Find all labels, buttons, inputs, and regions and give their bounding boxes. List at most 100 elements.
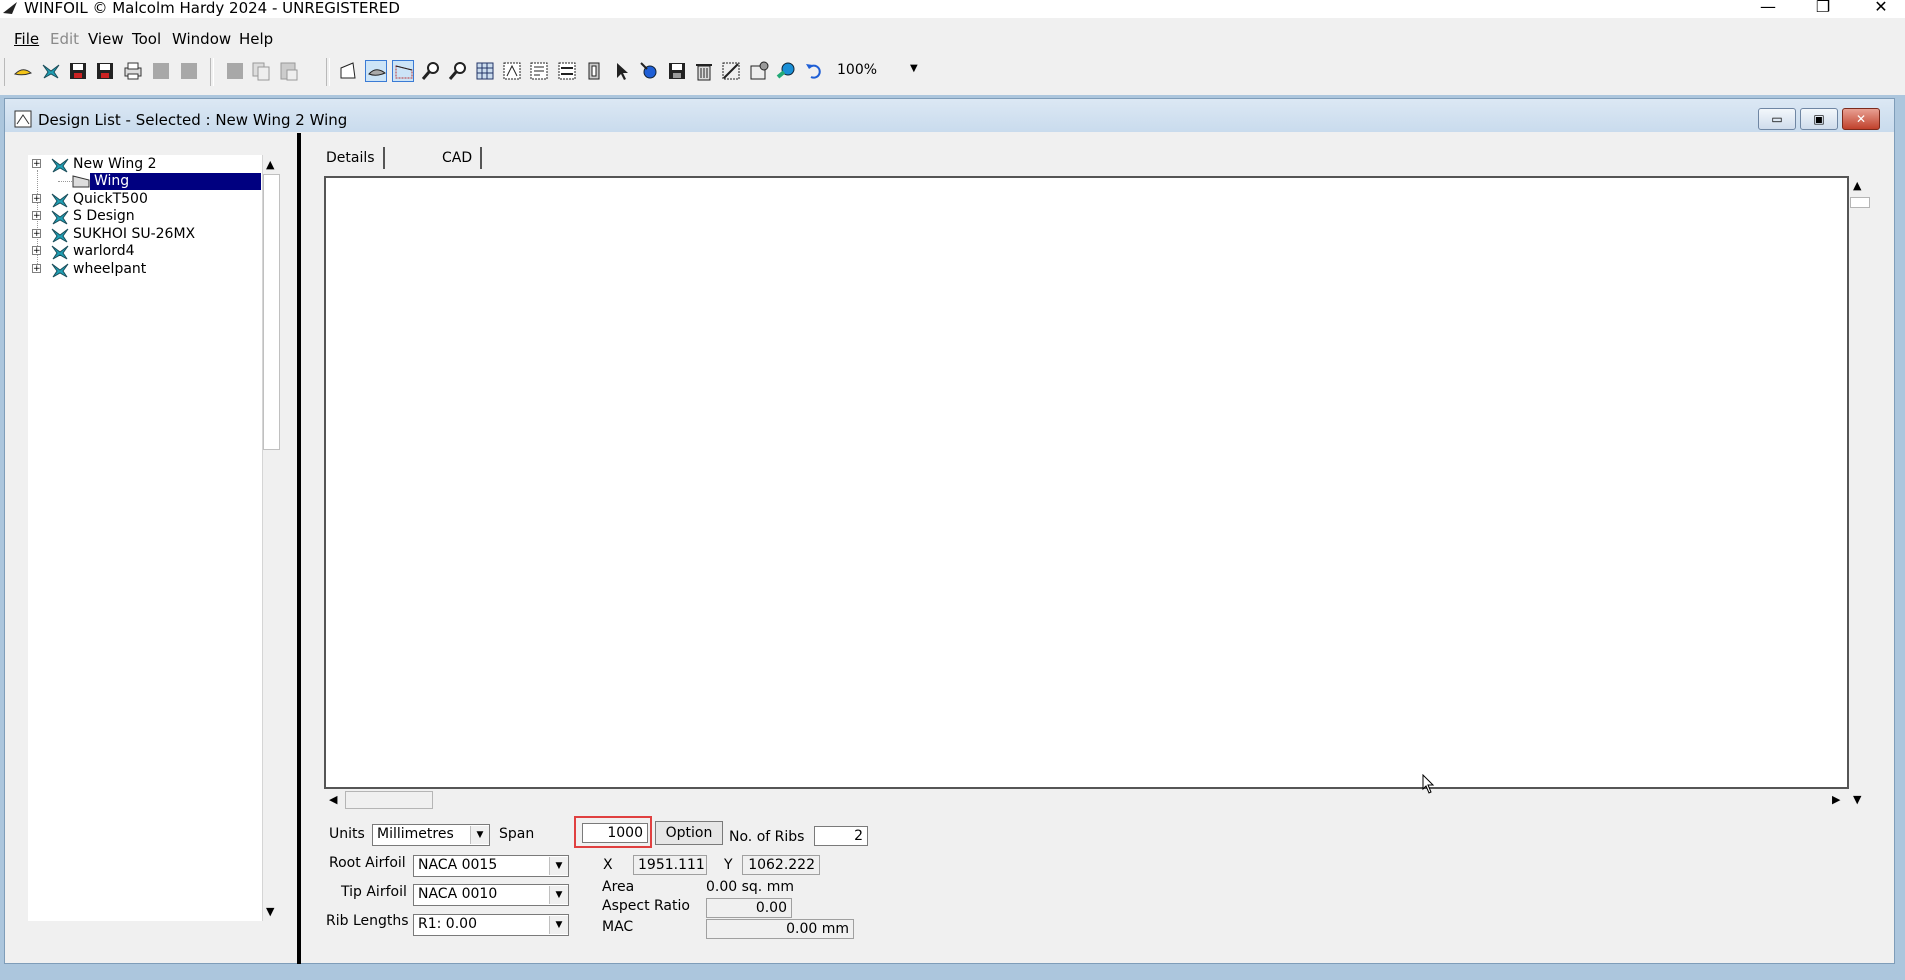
template-icon[interactable] <box>528 60 550 82</box>
rib-lengths-select[interactable]: R1: 0.00 <box>413 914 569 936</box>
trash-icon[interactable] <box>693 60 715 82</box>
scroll-up-icon[interactable]: ▲ <box>1853 179 1861 192</box>
cad-tools-icon[interactable] <box>720 60 742 82</box>
new-plane-icon[interactable] <box>40 60 62 82</box>
chevron-down-icon[interactable]: ▼ <box>549 857 568 875</box>
menu-window[interactable]: Window <box>172 30 231 48</box>
tree-scroll-thumb[interactable] <box>263 174 280 450</box>
span-label: Span <box>499 826 535 842</box>
area-value: 0.00 sq. mm <box>706 879 794 895</box>
menu-file-label: File <box>14 30 40 48</box>
plane-icon <box>50 261 70 282</box>
units-label: Units <box>329 826 365 842</box>
menu-tool[interactable]: Tool <box>132 30 161 48</box>
undo-icon[interactable] <box>803 60 825 82</box>
panel-splitter[interactable] <box>297 133 301 965</box>
wing-view-icon[interactable] <box>392 60 414 82</box>
child-close-button[interactable]: ✕ <box>1842 108 1880 130</box>
tree-item-label: New Wing 2 <box>73 156 157 172</box>
menu-edit[interactable]: Edit <box>50 30 79 48</box>
chevron-down-icon[interactable]: ▼ <box>549 916 568 934</box>
expand-icon[interactable]: + <box>32 264 41 274</box>
root-airfoil-select[interactable]: NACA 0015 <box>413 855 569 877</box>
design-list-icon <box>14 110 32 132</box>
toolbar-grip <box>4 58 7 86</box>
menu-edit-label: Edit <box>50 30 80 48</box>
tab-details[interactable]: Details <box>318 147 385 169</box>
menu-view-label: View <box>88 30 124 48</box>
child-maximize-button[interactable]: ▣ <box>1800 108 1838 130</box>
mac-value: 0.00 mm <box>706 919 854 939</box>
menu-tool-label: Tool <box>132 30 162 48</box>
close-button[interactable]: ✕ <box>1858 0 1904 17</box>
y-label: Y <box>724 857 733 873</box>
root-airfoil-label: Root Airfoil <box>329 855 406 871</box>
cad-canvas[interactable] <box>324 176 1849 789</box>
app-logo-icon <box>2 0 18 20</box>
ribs-input[interactable]: 2 <box>814 826 868 846</box>
save-icon[interactable] <box>67 60 89 82</box>
canvas-hscroll-thumb[interactable] <box>345 791 433 809</box>
spar-icon[interactable] <box>556 60 578 82</box>
new-airfoil-icon[interactable] <box>12 60 34 82</box>
scroll-left-icon[interactable]: ◀ <box>329 793 337 806</box>
tree-item-label: Wing <box>94 173 130 189</box>
rib-lengths-value: R1: 0.00 <box>418 916 477 932</box>
restore-button[interactable]: ❐ <box>1800 0 1846 17</box>
menu-view[interactable]: View <box>88 30 124 48</box>
root-airfoil-value: NACA 0015 <box>418 857 498 873</box>
tip-airfoil-value: NACA 0010 <box>418 886 498 902</box>
copy-icon <box>250 60 272 82</box>
app-title: WINFOIL © Malcolm Hardy 2024 - UNREGISTE… <box>24 0 400 17</box>
expand-icon[interactable]: + <box>32 159 41 169</box>
disabled-tool-icon <box>150 60 172 82</box>
minimize-button[interactable]: — <box>1745 0 1791 17</box>
plane-icon <box>50 156 70 177</box>
print-icon[interactable] <box>122 60 144 82</box>
tree-item-label: QuickT500 <box>73 191 148 207</box>
scroll-down-icon[interactable]: ▼ <box>1853 793 1861 806</box>
scroll-right-icon[interactable]: ▶ <box>1832 793 1840 806</box>
tab-cad[interactable]: CAD <box>434 147 483 169</box>
color-fill-icon[interactable] <box>775 60 797 82</box>
scroll-up-icon[interactable]: ▲ <box>266 158 274 171</box>
mac-label: MAC <box>602 919 634 935</box>
scroll-down-icon[interactable]: ▼ <box>266 905 274 918</box>
option-button[interactable]: Option <box>655 821 723 845</box>
tree-line <box>58 181 72 183</box>
save-as-icon[interactable] <box>94 60 116 82</box>
expand-icon[interactable]: + <box>32 246 41 256</box>
frame-icon[interactable] <box>583 60 605 82</box>
span-input[interactable]: 1000 <box>582 823 648 843</box>
grid-icon[interactable] <box>474 60 496 82</box>
rib-lengths-label: Rib Lengths <box>326 913 409 929</box>
units-value: Millimetres <box>377 826 454 842</box>
chevron-down-icon[interactable]: ▼ <box>910 63 918 74</box>
mouse-cursor-icon <box>1422 773 1436 798</box>
menu-file[interactable]: File <box>14 30 39 48</box>
point-tool-icon[interactable] <box>638 60 660 82</box>
tip-airfoil-select[interactable]: NACA 0010 <box>413 884 569 906</box>
menu-help[interactable]: Help <box>239 30 273 48</box>
paste-icon <box>278 60 300 82</box>
x-value: 1951.111 <box>633 855 707 875</box>
chevron-down-icon[interactable]: ▼ <box>549 886 568 904</box>
expand-icon[interactable]: + <box>32 229 41 239</box>
pointer-icon[interactable] <box>611 60 633 82</box>
draw-outline-icon[interactable] <box>337 60 359 82</box>
aspect-ratio-label: Aspect Ratio <box>602 898 690 914</box>
zoom-value: 100% <box>837 62 878 78</box>
canvas-vertical-scrollbar[interactable] <box>1849 176 1869 809</box>
properties-icon[interactable] <box>748 60 770 82</box>
child-minimize-button[interactable]: ▭ <box>1758 108 1796 130</box>
chevron-down-icon[interactable]: ▼ <box>470 826 489 844</box>
canvas-vscroll-thumb[interactable] <box>1850 197 1870 208</box>
canvas-horizontal-scrollbar[interactable] <box>325 790 1849 810</box>
airfoil-view-icon[interactable] <box>365 60 387 82</box>
zoom-out-icon[interactable] <box>447 60 469 82</box>
rib-view-icon[interactable] <box>501 60 523 82</box>
expand-icon[interactable]: + <box>32 194 41 204</box>
expand-icon[interactable]: + <box>32 211 41 221</box>
save-drawing-icon[interactable] <box>666 60 688 82</box>
zoom-in-icon[interactable] <box>420 60 442 82</box>
